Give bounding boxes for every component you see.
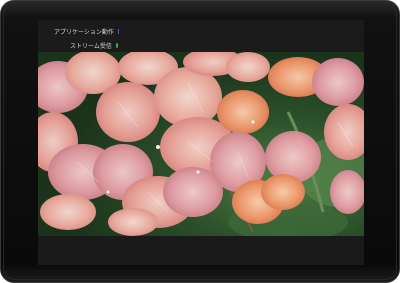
video-stream-view[interactable]: [38, 52, 364, 236]
tablet-screen: アプリケーション動作 ストリーム受信: [38, 20, 364, 265]
stream-receive-indicator: ストリーム受信: [70, 40, 118, 50]
screen-bottom-bar: [38, 236, 364, 265]
stream-receive-status-dot: [115, 42, 118, 48]
tablet-frame: アプリケーション動作 ストリーム受信: [0, 0, 400, 283]
stream-receive-label: ストリーム受信: [70, 42, 112, 50]
flower-image: [38, 52, 364, 236]
app-action-label: アプリケーション動作: [54, 28, 114, 36]
app-action-indicator: アプリケーション動作: [54, 26, 118, 36]
